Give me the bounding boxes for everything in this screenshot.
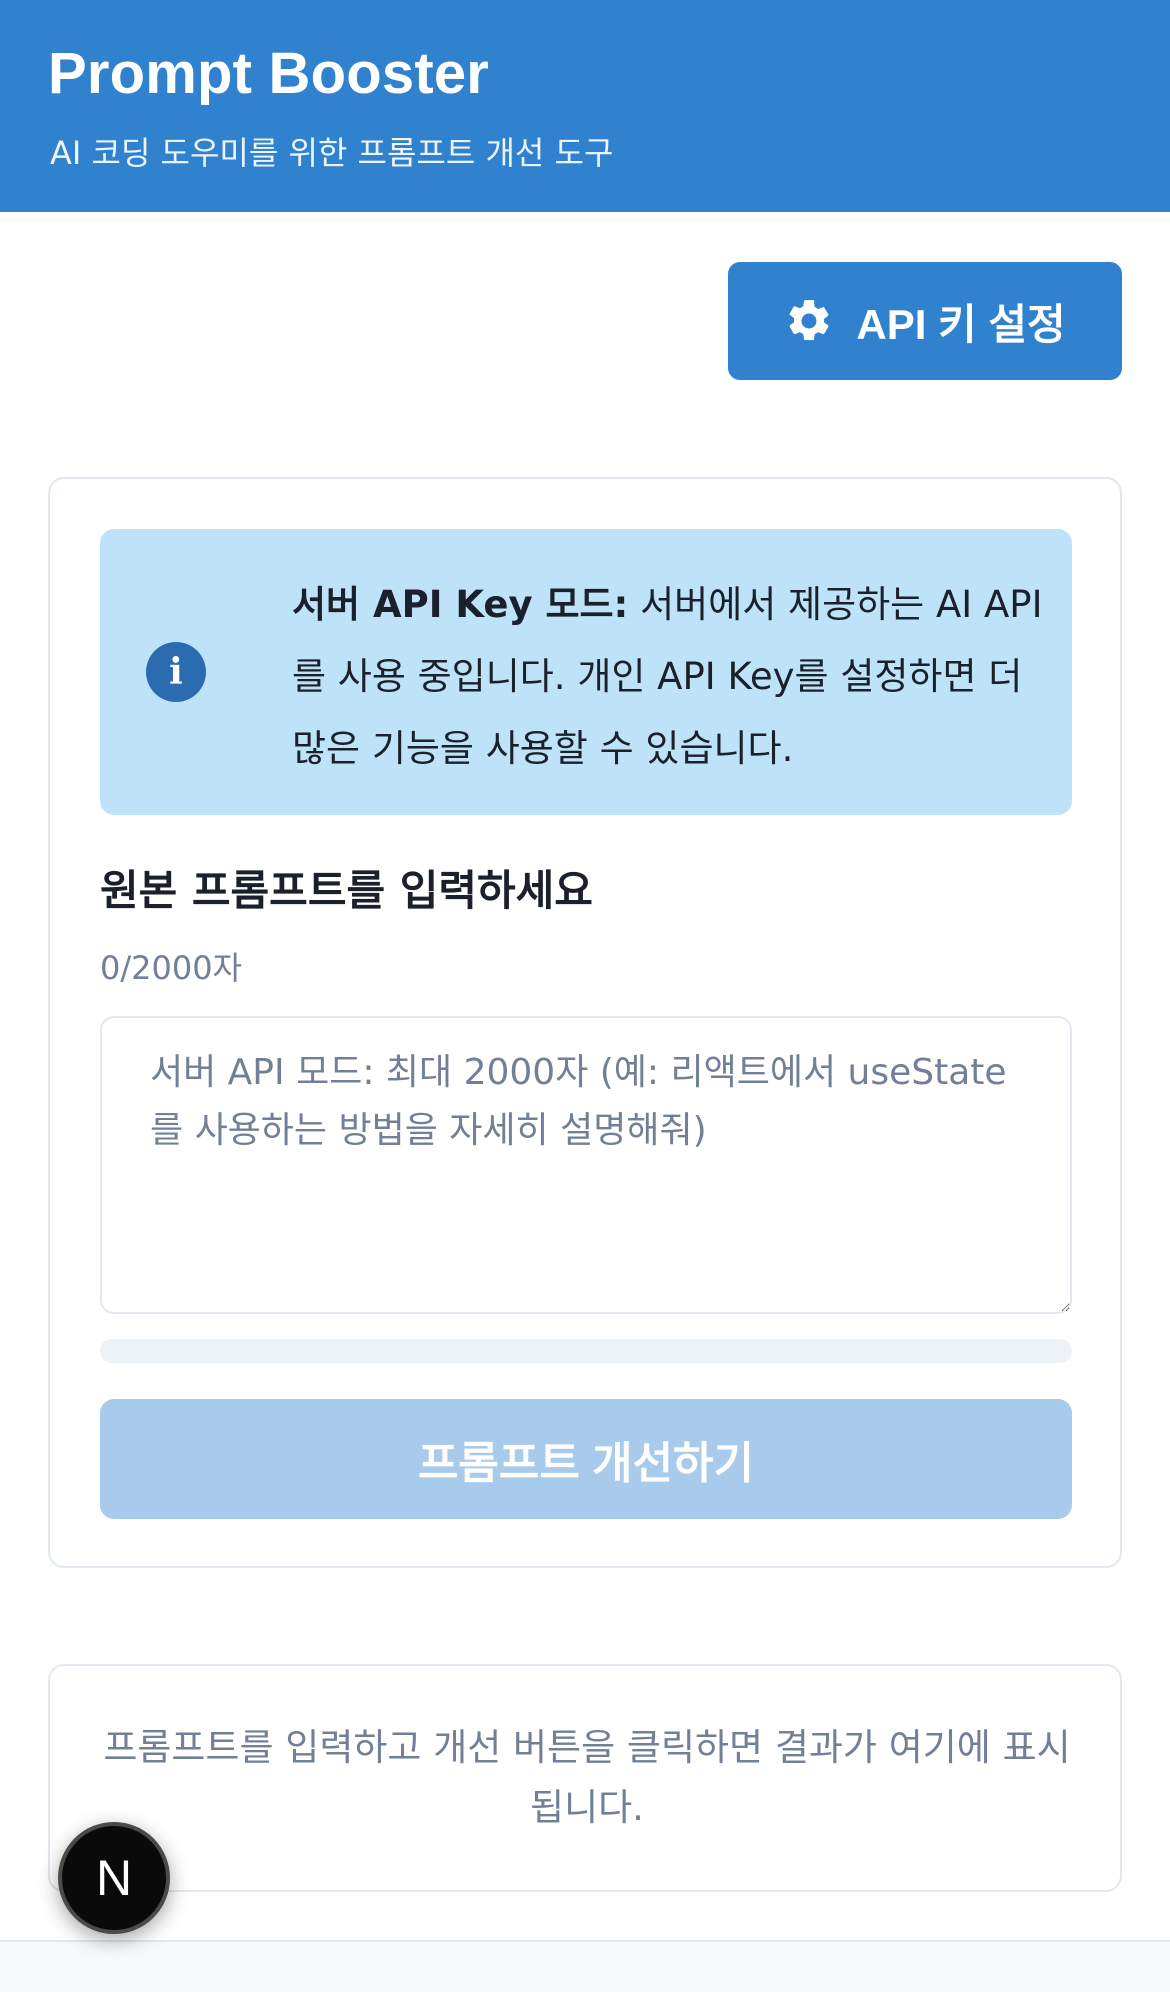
app-title: Prompt Booster <box>48 41 490 106</box>
char-progress-bar <box>100 1339 1072 1363</box>
result-placeholder: 프롬프트를 입력하고 개선 버튼을 클릭하면 결과가 여기에 표시됩니다. <box>103 1726 1071 1829</box>
app-subtitle: AI 코딩 도우미를 위한 프롬프트 개선 도구 <box>50 134 614 172</box>
prompt-input-label: 원본 프롬프트를 입력하세요 <box>100 866 593 915</box>
notice-bold: 서버 API Key 모드: <box>292 583 629 626</box>
server-mode-notice: i 서버 API Key 모드: 서버에서 제공하는 AI API를 사용 중입… <box>100 529 1072 815</box>
prompt-card: i 서버 API Key 모드: 서버에서 제공하는 AI API를 사용 중입… <box>48 477 1122 1568</box>
gear-icon <box>789 300 829 341</box>
improve-prompt-button[interactable]: 프롬프트 개선하기 <box>100 1399 1072 1519</box>
page: Prompt Booster AI 코딩 도우미를 위한 프롬프트 개선 도구 … <box>0 0 1170 1992</box>
prompt-textarea[interactable] <box>100 1016 1072 1314</box>
api-key-settings-button[interactable]: API 키 설정 <box>728 262 1122 380</box>
app-header: Prompt Booster AI 코딩 도우미를 위한 프롬프트 개선 도구 <box>0 0 1170 212</box>
api-key-settings-label: API 키 설정 <box>856 300 1066 348</box>
result-card: 프롬프트를 입력하고 개선 버튼을 클릭하면 결과가 여기에 표시됩니다. <box>48 1664 1122 1892</box>
notice-text: 서버 API Key 모드: 서버에서 제공하는 AI API를 사용 중입니다… <box>292 569 1052 785</box>
char-count: 0/2000자 <box>100 949 243 987</box>
info-icon: i <box>146 642 206 702</box>
footer <box>0 1940 1170 1992</box>
nextjs-dev-badge[interactable]: N <box>58 1822 170 1934</box>
